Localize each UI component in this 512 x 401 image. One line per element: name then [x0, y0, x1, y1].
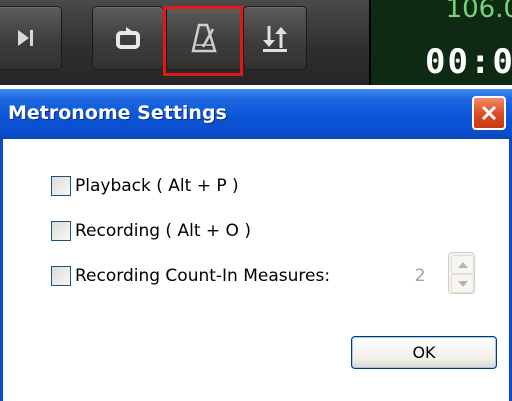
- chevron-down-icon: [457, 280, 468, 287]
- count-in-value[interactable]: 2: [409, 266, 431, 286]
- recording-label: Recording ( Alt + O ): [75, 221, 251, 241]
- count-in-spinner[interactable]: [448, 252, 475, 294]
- recording-option[interactable]: Recording ( Alt + O ): [51, 219, 251, 243]
- tempo-time-display: 106.0 00:0: [369, 0, 512, 85]
- playback-checkbox[interactable]: [51, 176, 71, 196]
- metronome-highlight-frame: [163, 6, 243, 76]
- dialog-titlebar[interactable]: Metronome Settings: [0, 89, 512, 139]
- count-in-option[interactable]: Recording Count-In Measures:: [51, 264, 330, 288]
- count-in-label: Recording Count-In Measures:: [75, 266, 331, 286]
- metronome-settings-dialog: Metronome Settings Playback ( Alt + P ) …: [0, 89, 512, 401]
- sort-icon: [263, 26, 287, 52]
- playback-option[interactable]: Playback ( Alt + P ): [51, 174, 239, 198]
- loop-button[interactable]: [92, 6, 164, 70]
- spinner-down-button[interactable]: [451, 274, 474, 293]
- sort-button[interactable]: [243, 6, 307, 70]
- ok-button[interactable]: OK: [351, 336, 497, 369]
- dialog-title: Metronome Settings: [8, 102, 227, 124]
- chevron-up-icon: [457, 261, 468, 268]
- count-in-checkbox[interactable]: [51, 266, 71, 286]
- close-button[interactable]: [472, 96, 506, 130]
- time-readout: 00:0: [425, 42, 512, 82]
- skip-to-end-button[interactable]: [0, 6, 62, 70]
- close-icon: [481, 105, 497, 121]
- transport-toolbar: 106.0 00:0: [0, 0, 512, 85]
- tempo-readout: 106.0: [445, 0, 512, 24]
- playback-label: Playback ( Alt + P ): [75, 176, 239, 196]
- dialog-content: Playback ( Alt + P ) Recording ( Alt + O…: [3, 139, 509, 401]
- loop-icon: [116, 27, 140, 49]
- spinner-up-button[interactable]: [451, 255, 474, 274]
- recording-checkbox[interactable]: [51, 221, 71, 241]
- skip-to-end-icon: [18, 30, 33, 46]
